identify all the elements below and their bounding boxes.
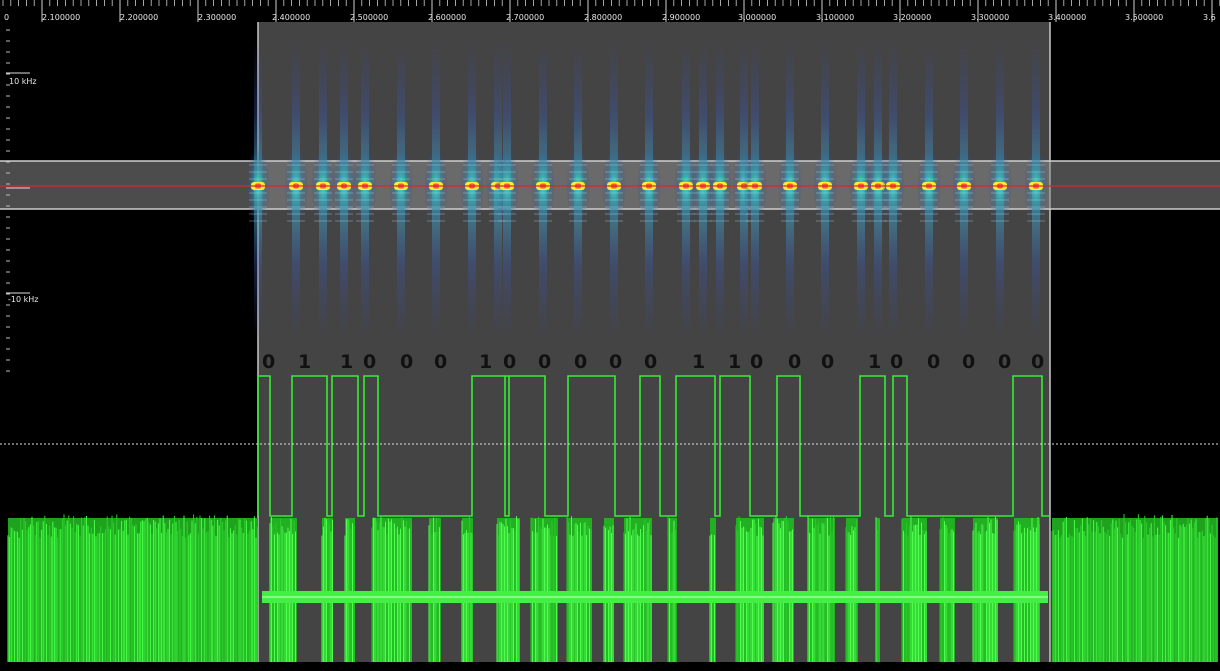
time-ruler[interactable]: 0 2.100000 2.200000 2.300000 2.400000 2.50000…: [0, 0, 1220, 22]
bit-label: 0: [998, 351, 1011, 373]
time-ruler-label: 2.300000: [198, 13, 236, 22]
time-ruler-label: 2.800000: [584, 13, 622, 22]
time-ruler-label: 2.100000: [42, 13, 80, 22]
time-ruler-label: 3.200000: [893, 13, 931, 22]
bit-label: 0: [609, 351, 622, 373]
bit-label: 0: [962, 351, 975, 373]
bit-label: 0: [574, 351, 587, 373]
time-ruler-label: 3.500000: [1125, 13, 1163, 22]
time-ruler-label: 2.900000: [662, 13, 700, 22]
time-ruler-label: 2.600000: [428, 13, 466, 22]
time-ruler-label: 3.000000: [738, 13, 776, 22]
bit-label: 0: [363, 351, 376, 373]
time-ruler-label: 3.400000: [1048, 13, 1086, 22]
bit-label: 0: [262, 351, 275, 373]
bit-label: 0: [434, 351, 447, 373]
bit-label: 0: [644, 351, 657, 373]
time-ruler-label: 2.200000: [120, 13, 158, 22]
time-ruler-label: 3.100000: [816, 13, 854, 22]
time-ruler-label: 2.400000: [272, 13, 310, 22]
raw-signal-waveform: [7, 514, 1218, 662]
bit-label: 0: [890, 351, 903, 373]
bit-label: 0: [927, 351, 940, 373]
spectrogram-bursts: [246, 40, 1048, 340]
freq-label-upper: 10 kHz: [9, 77, 37, 86]
bit-label: 0: [750, 351, 763, 373]
bit-label: 0: [538, 351, 551, 373]
time-ruler-label: 2.500000: [350, 13, 388, 22]
time-ruler-label: 0: [4, 13, 9, 22]
signal-analyzer-viewer[interactable]: 0 2.100000 2.200000 2.300000 2.400000 2.50000…: [0, 0, 1220, 671]
time-ruler-label: 3.300000: [971, 13, 1009, 22]
bit-label: 0: [788, 351, 801, 373]
bit-label: 1: [728, 351, 741, 373]
bit-label: 1: [868, 351, 881, 373]
bit-label: 1: [692, 351, 705, 373]
bit-label: 0: [821, 351, 834, 373]
freq-label-lower: -10 kHz: [8, 295, 38, 304]
time-ruler-label: 2.700000: [506, 13, 544, 22]
time-ruler-label: 3.6: [1203, 13, 1216, 22]
signal-plot[interactable]: 0 2.100000 2.200000 2.300000 2.400000 2.50000…: [0, 0, 1220, 671]
bit-label: 1: [340, 351, 353, 373]
bit-label: 1: [479, 351, 492, 373]
bit-label: 0: [400, 351, 413, 373]
bit-label: 1: [298, 351, 311, 373]
bit-label: 0: [1031, 351, 1044, 373]
bit-label: 0: [503, 351, 516, 373]
